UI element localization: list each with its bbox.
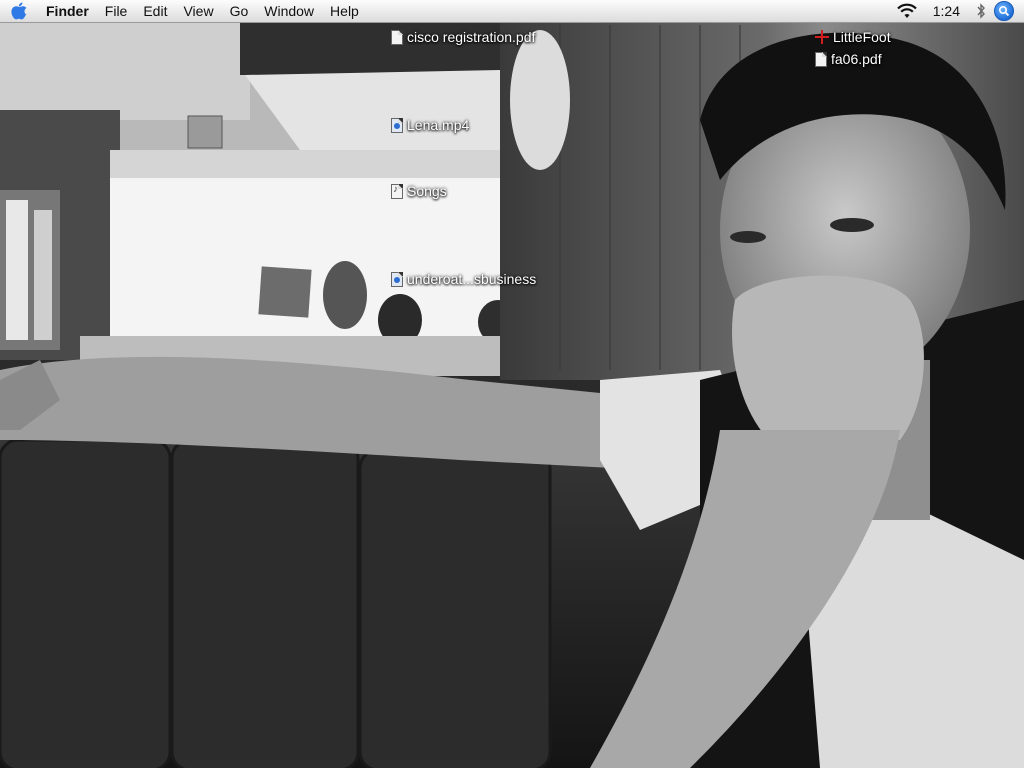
menu-extras: 1:24 bbox=[889, 0, 1024, 22]
desktop-item-songs[interactable]: Songs bbox=[391, 183, 447, 199]
desktop-item-lena-mp4[interactable]: Lena.mp4 bbox=[391, 117, 469, 133]
bluetooth-icon bbox=[977, 3, 985, 19]
bluetooth-menu[interactable] bbox=[968, 0, 994, 22]
menu-edit[interactable]: Edit bbox=[135, 0, 175, 22]
menu-view[interactable]: View bbox=[175, 0, 221, 22]
menu-clock[interactable]: 1:24 bbox=[925, 0, 968, 22]
spotlight-icon bbox=[998, 5, 1010, 17]
wifi-icon bbox=[896, 3, 917, 18]
desktop-item-label: Songs bbox=[407, 183, 447, 199]
menu-help[interactable]: Help bbox=[322, 0, 367, 22]
desktop-item-label: fa06.pdf bbox=[831, 51, 882, 67]
music-file-icon bbox=[391, 183, 403, 199]
menu-finder[interactable]: Finder bbox=[38, 0, 97, 22]
apple-menu-button[interactable] bbox=[0, 2, 38, 20]
desktop-item-label: LittleFoot bbox=[833, 29, 891, 45]
application-icon bbox=[815, 30, 829, 44]
pdf-document-icon bbox=[815, 51, 827, 67]
wifi-menu[interactable] bbox=[889, 0, 925, 22]
pdf-document-icon bbox=[391, 29, 403, 45]
menu-file[interactable]: File bbox=[97, 0, 136, 22]
menu-window[interactable]: Window bbox=[256, 0, 322, 22]
spotlight-button[interactable] bbox=[994, 1, 1014, 21]
desktop-item-cisco-registration[interactable]: cisco registration.pdf bbox=[391, 29, 535, 45]
desktop-item-underoath[interactable]: underoat...sbusiness bbox=[391, 271, 536, 287]
video-file-icon bbox=[391, 271, 403, 287]
desktop-item-littlefoot[interactable]: LittleFoot bbox=[815, 29, 891, 45]
desktop-wallpaper bbox=[0, 0, 1024, 768]
desktop-item-label: underoat...sbusiness bbox=[407, 271, 537, 287]
desktop-item-fa06-pdf[interactable]: fa06.pdf bbox=[815, 51, 882, 67]
video-file-icon bbox=[391, 117, 403, 133]
desktop-item-label: cisco registration.pdf bbox=[407, 29, 536, 45]
apple-icon bbox=[11, 2, 27, 20]
menu-go[interactable]: Go bbox=[222, 0, 257, 22]
desktop-item-label: Lena.mp4 bbox=[407, 117, 470, 133]
menu-bar: Finder File Edit View Go Window Help 1:2… bbox=[0, 0, 1024, 23]
